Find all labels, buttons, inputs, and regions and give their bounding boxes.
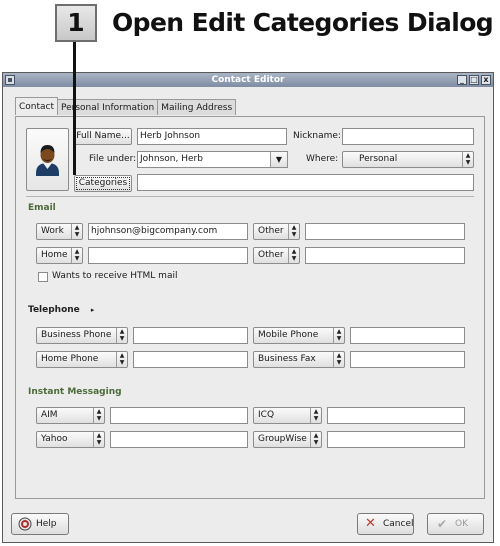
email-type-value: Other — [258, 226, 284, 236]
telephone-heading-text: Telephone — [28, 305, 80, 315]
up-down-arrows-icon: ▲ ▼ — [71, 224, 82, 239]
im-field-3[interactable] — [110, 431, 248, 448]
email-type-select-3[interactable]: Home ▲ ▼ — [36, 247, 83, 264]
im-type-select-1[interactable]: AIM ▲ ▼ — [36, 407, 105, 424]
contact-photo-button[interactable] — [26, 128, 69, 191]
help-button[interactable]: Help — [11, 513, 69, 535]
file-under-combo[interactable]: Johnson, Herb ▼ — [137, 151, 288, 168]
categories-button[interactable]: Categories — [74, 175, 132, 192]
ok-label: OK — [455, 519, 468, 529]
phone-type-select-1[interactable]: Business Phone ▲ ▼ — [36, 327, 128, 344]
phone-type-select-2[interactable]: Mobile Phone ▲ ▼ — [253, 327, 345, 344]
up-down-arrows-icon: ▲ ▼ — [93, 432, 104, 447]
up-down-arrows-icon: ▲ ▼ — [333, 328, 344, 343]
where-label: Where: — [306, 154, 339, 164]
cancel-button[interactable]: ✕ Cancel — [357, 513, 414, 535]
expand-arrow-icon[interactable]: ▸ — [91, 306, 95, 314]
step-title: Open Edit Categories Dialog — [112, 8, 494, 37]
nickname-field[interactable] — [342, 128, 474, 145]
up-down-arrows-icon: ▲ ▼ — [310, 408, 321, 423]
up-down-arrows-icon: ▲ ▼ — [93, 408, 104, 423]
im-type-value: AIM — [41, 410, 58, 420]
window-title: Contact Editor — [211, 75, 285, 85]
im-type-select-2[interactable]: ICQ ▲ ▼ — [253, 407, 322, 424]
email-type-value: Work — [41, 226, 64, 236]
dropdown-arrow-icon[interactable]: ▼ — [270, 152, 287, 167]
callout-pointer-line — [73, 42, 76, 175]
email-field-4[interactable] — [305, 247, 465, 264]
help-label: Help — [36, 519, 57, 529]
email-type-select-1[interactable]: Work ▲ ▼ — [36, 223, 83, 240]
im-type-select-4[interactable]: GroupWise ▲ ▼ — [253, 431, 322, 448]
file-under-value: Johnson, Herb — [140, 154, 203, 164]
help-icon — [18, 517, 32, 531]
phone-type-value: Business Phone — [41, 330, 112, 340]
im-field-4[interactable] — [327, 431, 465, 448]
email-field-2[interactable] — [305, 223, 465, 240]
nickname-label: Nickname: — [293, 131, 341, 141]
person-icon — [36, 145, 59, 176]
im-type-value: Yahoo — [41, 434, 68, 444]
window-menu-icon[interactable] — [5, 75, 15, 85]
phone-type-value: Mobile Phone — [258, 330, 319, 340]
tab-bar: Contact Personal Information Mailing Add… — [15, 97, 237, 115]
full-name-button[interactable]: Full Name... — [74, 128, 132, 145]
instant-messaging-section-heading: Instant Messaging — [28, 387, 122, 397]
up-down-arrows-icon: ▲ ▼ — [288, 248, 299, 263]
phone-type-value: Home Phone — [41, 354, 99, 364]
tab-mailing-address[interactable]: Mailing Address — [157, 99, 237, 115]
email-field-1[interactable]: hjohnson@bigcompany.com — [88, 223, 248, 240]
checkmark-icon: ✔ — [437, 517, 448, 531]
im-type-value: ICQ — [258, 410, 275, 420]
phone-type-select-4[interactable]: Business Fax ▲ ▼ — [253, 351, 345, 368]
email-type-select-4[interactable]: Other ▲ ▼ — [253, 247, 300, 264]
ok-button[interactable]: ✔ OK — [427, 513, 484, 535]
phone-field-3[interactable] — [133, 351, 248, 368]
html-mail-label: Wants to receive HTML mail — [52, 271, 178, 281]
step-number-badge: 1 — [55, 4, 97, 42]
cancel-x-icon: ✕ — [365, 516, 376, 531]
html-mail-checkbox[interactable] — [38, 272, 48, 282]
contact-tab-panel: Full Name... Herb Johnson Nickname: File… — [15, 116, 485, 499]
cancel-label: Cancel — [383, 519, 414, 529]
where-value: Personal — [359, 154, 398, 164]
email-type-value: Home — [41, 250, 68, 260]
up-down-arrows-icon: ▲ ▼ — [116, 328, 127, 343]
email-field-3[interactable] — [88, 247, 248, 264]
minimize-button[interactable]: _ — [457, 75, 467, 85]
window-titlebar[interactable]: Contact Editor _ □ x — [3, 73, 493, 87]
im-type-value: GroupWise — [258, 434, 307, 444]
phone-field-4[interactable] — [350, 351, 465, 368]
im-field-1[interactable] — [110, 407, 248, 424]
phone-field-1[interactable] — [133, 327, 248, 344]
im-field-2[interactable] — [327, 407, 465, 424]
up-down-arrows-icon: ▲ ▼ — [288, 224, 299, 239]
where-select[interactable]: Personal ▲ ▼ — [342, 151, 474, 168]
up-down-arrows-icon: ▲ ▼ — [116, 352, 127, 367]
phone-type-value: Business Fax — [258, 354, 316, 364]
up-down-arrows-icon: ▲ ▼ — [71, 248, 82, 263]
up-down-arrows-icon: ▲ ▼ — [462, 152, 473, 167]
file-under-label: File under: — [89, 154, 137, 164]
up-down-arrows-icon: ▲ ▼ — [333, 352, 344, 367]
tab-contact[interactable]: Contact — [15, 97, 59, 115]
full-name-field[interactable]: Herb Johnson — [137, 128, 287, 145]
phone-type-select-3[interactable]: Home Phone ▲ ▼ — [36, 351, 128, 368]
telephone-section-heading[interactable]: Telephone ▸ — [28, 305, 94, 315]
email-type-select-2[interactable]: Other ▲ ▼ — [253, 223, 300, 240]
divider — [26, 196, 474, 197]
close-button[interactable]: x — [481, 75, 491, 85]
phone-field-2[interactable] — [350, 327, 465, 344]
email-section-heading: Email — [28, 203, 56, 213]
maximize-button[interactable]: □ — [469, 75, 479, 85]
categories-field[interactable] — [137, 174, 474, 191]
email-type-value: Other — [258, 250, 284, 260]
up-down-arrows-icon: ▲ ▼ — [310, 432, 321, 447]
im-type-select-3[interactable]: Yahoo ▲ ▼ — [36, 431, 105, 448]
